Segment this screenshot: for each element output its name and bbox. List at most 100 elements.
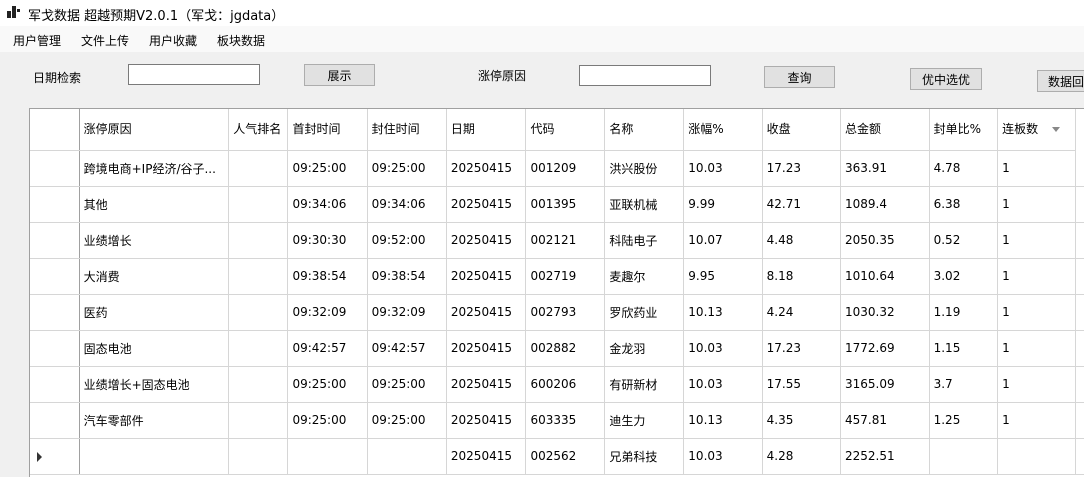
col-header-reason[interactable]: 涨停原因 (79, 109, 229, 150)
cell-seal-ratio[interactable]: 6.38 (929, 186, 997, 222)
cell-name[interactable]: 麦趣尔 (605, 258, 684, 294)
select-best-button[interactable]: 优中选优 (910, 68, 982, 90)
data-review-button[interactable]: 数据回 (1037, 70, 1084, 92)
cell-total-amount[interactable]: 363.91 (841, 150, 930, 186)
table-row[interactable]: 汽车零部件09:25:0009:25:0020250415603335迪生力10… (30, 402, 1084, 438)
cell-name[interactable]: 兄弟科技 (605, 438, 684, 474)
cell-first-seal-time[interactable]: 09:25:00 (288, 150, 367, 186)
cell-name[interactable]: 科陆电子 (605, 222, 684, 258)
row-header[interactable] (30, 294, 79, 330)
cell-total-amount[interactable]: 2050.35 (841, 222, 930, 258)
menu-user-management[interactable]: 用户管理 (13, 32, 61, 49)
cell-reason[interactable]: 其他 (79, 186, 229, 222)
cell-date[interactable]: 20250415 (446, 258, 526, 294)
cell-code[interactable]: 002719 (526, 258, 605, 294)
cell-seal-time[interactable]: 09:25:00 (367, 366, 446, 402)
table-row[interactable]: 20250415002562兄弟科技10.034.282252.51 (30, 438, 1084, 474)
cell-change-pct[interactable]: 9.99 (684, 186, 762, 222)
cell-change-pct[interactable]: 10.03 (684, 150, 762, 186)
cell-seal-ratio[interactable] (929, 438, 997, 474)
cell-seal-time[interactable]: 09:25:00 (367, 150, 446, 186)
cell-close[interactable]: 8.18 (762, 258, 840, 294)
col-header-code[interactable]: 代码 (526, 109, 605, 150)
cell-close[interactable]: 4.28 (762, 438, 840, 474)
cell-close[interactable]: 17.23 (762, 150, 840, 186)
col-header-close[interactable]: 收盘 (762, 109, 840, 150)
col-header-popularity-rank[interactable]: 人气排名 (229, 109, 288, 150)
col-header-name[interactable]: 名称 (605, 109, 684, 150)
cell-close[interactable]: 4.24 (762, 294, 840, 330)
cell-seal-time[interactable] (367, 438, 446, 474)
cell-close[interactable]: 4.48 (762, 222, 840, 258)
cell-first-seal-time[interactable]: 09:42:57 (288, 330, 367, 366)
cell-close[interactable]: 17.23 (762, 330, 840, 366)
cell-date[interactable]: 20250415 (446, 294, 526, 330)
cell-seal-time[interactable]: 09:38:54 (367, 258, 446, 294)
cell-popularity-rank[interactable] (229, 186, 288, 222)
cell-seal-time[interactable]: 09:34:06 (367, 186, 446, 222)
cell-reason[interactable]: 跨境电商+IP经济/谷子... (79, 150, 229, 186)
cell-reason[interactable] (79, 438, 229, 474)
cell-code[interactable]: 001209 (526, 150, 605, 186)
cell-consecutive-limit[interactable]: 1 (998, 330, 1076, 366)
col-header-first-seal-time[interactable]: 首封时间 (288, 109, 367, 150)
menu-file-upload[interactable]: 文件上传 (81, 32, 129, 49)
table-row[interactable]: 固态电池09:42:5709:42:5720250415002882金龙羽10.… (30, 330, 1084, 366)
row-header[interactable] (30, 366, 79, 402)
table-row[interactable]: 跨境电商+IP经济/谷子...09:25:0009:25:00202504150… (30, 150, 1084, 186)
show-button[interactable]: 展示 (304, 64, 375, 86)
cell-popularity-rank[interactable] (229, 294, 288, 330)
cell-total-amount[interactable]: 1010.64 (841, 258, 930, 294)
cell-date[interactable]: 20250415 (446, 186, 526, 222)
cell-change-pct[interactable]: 10.13 (684, 294, 762, 330)
cell-first-seal-time[interactable] (288, 438, 367, 474)
cell-total-amount[interactable]: 2252.51 (841, 438, 930, 474)
cell-name[interactable]: 洪兴股份 (605, 150, 684, 186)
cell-total-amount[interactable]: 1089.4 (841, 186, 930, 222)
cell-first-seal-time[interactable]: 09:30:30 (288, 222, 367, 258)
cell-code[interactable]: 002882 (526, 330, 605, 366)
cell-name[interactable]: 迪生力 (605, 402, 684, 438)
cell-reason[interactable]: 固态电池 (79, 330, 229, 366)
cell-popularity-rank[interactable] (229, 438, 288, 474)
cell-code[interactable]: 002793 (526, 294, 605, 330)
cell-reason[interactable]: 汽车零部件 (79, 402, 229, 438)
cell-consecutive-limit[interactable]: 1 (998, 186, 1076, 222)
cell-total-amount[interactable]: 3165.09 (841, 366, 930, 402)
col-header-consecutive-limit[interactable]: 连板数 (998, 109, 1076, 150)
row-header[interactable] (30, 330, 79, 366)
row-header[interactable] (30, 150, 79, 186)
cell-consecutive-limit[interactable]: 1 (998, 222, 1076, 258)
cell-seal-time[interactable]: 09:32:09 (367, 294, 446, 330)
cell-first-seal-time[interactable]: 09:25:00 (288, 366, 367, 402)
row-header[interactable] (30, 186, 79, 222)
cell-name[interactable]: 金龙羽 (605, 330, 684, 366)
cell-popularity-rank[interactable] (229, 366, 288, 402)
cell-seal-ratio[interactable]: 3.7 (929, 366, 997, 402)
cell-consecutive-limit[interactable]: 1 (998, 294, 1076, 330)
menu-user-favorites[interactable]: 用户收藏 (149, 32, 197, 49)
cell-popularity-rank[interactable] (229, 330, 288, 366)
cell-seal-ratio[interactable]: 1.15 (929, 330, 997, 366)
col-header-total-amount[interactable]: 总金额 (841, 109, 930, 150)
date-search-input[interactable] (128, 64, 260, 85)
cell-reason[interactable]: 医药 (79, 294, 229, 330)
cell-close[interactable]: 17.55 (762, 366, 840, 402)
row-header[interactable] (30, 222, 79, 258)
cell-code[interactable]: 603335 (526, 402, 605, 438)
cell-date[interactable]: 20250415 (446, 402, 526, 438)
cell-popularity-rank[interactable] (229, 150, 288, 186)
menu-sector-data[interactable]: 板块数据 (217, 32, 265, 49)
cell-first-seal-time[interactable]: 09:25:00 (288, 402, 367, 438)
cell-reason[interactable]: 业绩增长 (79, 222, 229, 258)
table-row[interactable]: 业绩增长09:30:3009:52:0020250415002121科陆电子10… (30, 222, 1084, 258)
query-button[interactable]: 查询 (764, 66, 835, 88)
cell-consecutive-limit[interactable]: 1 (998, 366, 1076, 402)
cell-seal-ratio[interactable]: 4.78 (929, 150, 997, 186)
cell-consecutive-limit[interactable]: 1 (998, 402, 1076, 438)
cell-popularity-rank[interactable] (229, 222, 288, 258)
cell-seal-ratio[interactable]: 0.52 (929, 222, 997, 258)
row-header[interactable] (30, 438, 79, 474)
cell-change-pct[interactable]: 10.03 (684, 330, 762, 366)
cell-name[interactable]: 罗欣药业 (605, 294, 684, 330)
